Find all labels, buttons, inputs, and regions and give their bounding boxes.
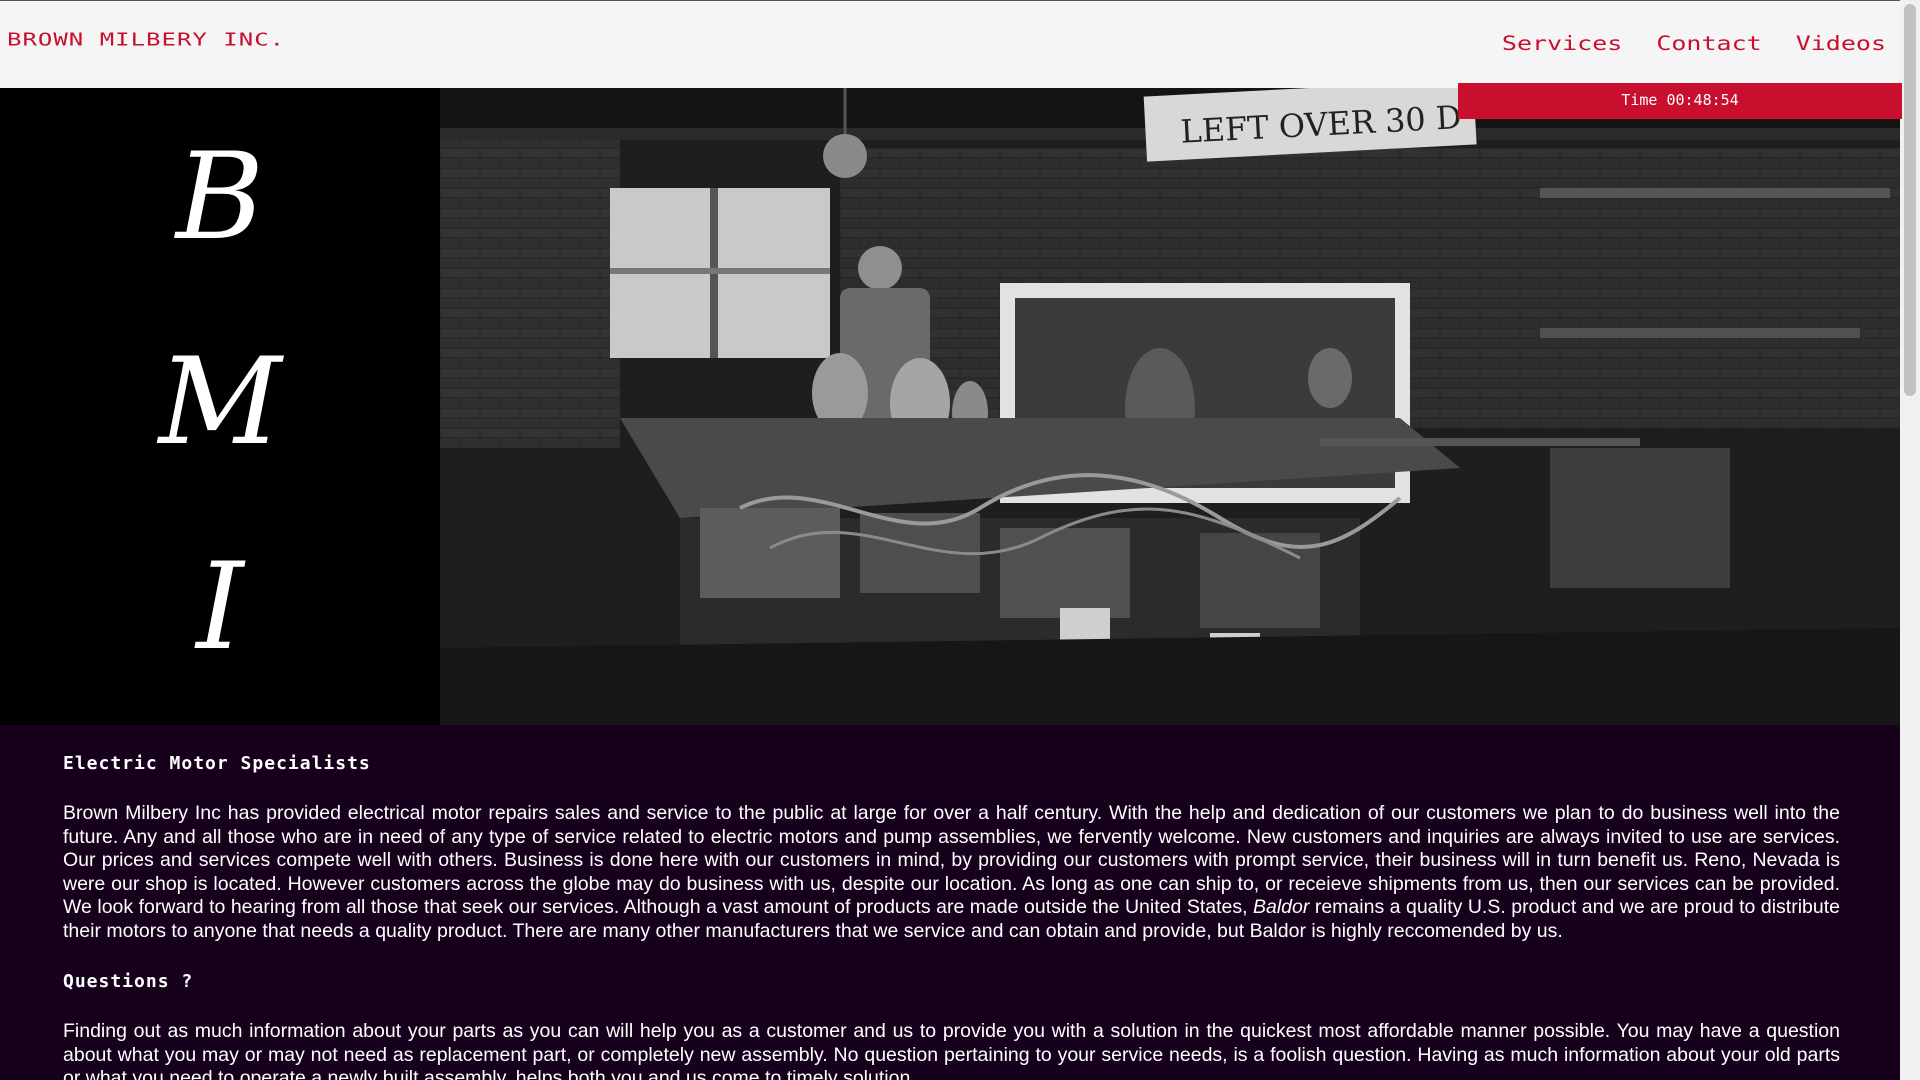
scrollbar-thumb[interactable]: [1904, 4, 1916, 396]
site-header: BROWN MILBERY INC. Services Contact Vide…: [0, 0, 1900, 88]
baldor-brand-text: Baldor: [1253, 896, 1310, 918]
time-display: Time 00:48:54: [1458, 83, 1902, 119]
intro-paragraph: Brown Milbery Inc has provided electrica…: [63, 802, 1840, 943]
bmi-monogram-panel: B M I: [0, 88, 440, 725]
nav-videos-link[interactable]: Videos: [1796, 32, 1886, 55]
main-nav: Services Contact Videos: [1502, 29, 1886, 58]
nav-services-link[interactable]: Services: [1502, 32, 1622, 55]
questions-paragraph: Finding out as much information about yo…: [63, 1020, 1840, 1080]
hero-section: B M I LEFT OVER 30 D: [0, 88, 1900, 725]
heading-questions: Questions ?: [63, 971, 194, 992]
monogram-letter-i: I: [196, 538, 244, 677]
workshop-photo-illustration: LEFT OVER 30 D: [440, 88, 1900, 725]
heading-electric-motor-specialists: Electric Motor Specialists: [63, 753, 371, 774]
content-section: Electric Motor Specialists Brown Milbery…: [0, 725, 1900, 1080]
monogram-letter-b: B: [175, 128, 265, 267]
page-scrollbar[interactable]: [1900, 0, 1920, 1080]
workshop-photo: LEFT OVER 30 D: [440, 88, 1900, 725]
monogram-letter-m: M: [158, 333, 282, 472]
brand-logo-text[interactable]: BROWN MILBERY INC.: [7, 29, 285, 50]
nav-contact-link[interactable]: Contact: [1656, 32, 1761, 55]
